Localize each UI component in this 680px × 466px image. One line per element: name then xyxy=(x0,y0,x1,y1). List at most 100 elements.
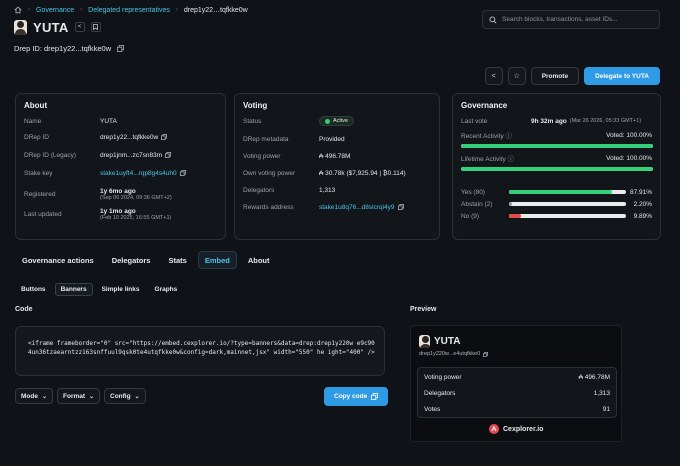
vote-bar-abstain xyxy=(509,202,626,206)
search-input[interactable]: Search blocks, transactions, asset IDs..… xyxy=(482,10,660,29)
vote-fill xyxy=(509,202,512,206)
chevron-down-icon: ⌄ xyxy=(41,393,48,400)
about-title: About xyxy=(24,101,48,110)
breadcrumb-dreps[interactable]: Delegated representatives xyxy=(88,7,170,14)
copy-icon[interactable] xyxy=(397,204,404,210)
voting-key: Delegators xyxy=(243,186,275,194)
about-value: 1y 1mo ago (Feb 10 2025, 16:55 GMT+1) xyxy=(100,208,171,221)
vote-pct: 87.91% xyxy=(629,188,652,196)
gov-key: Last vote xyxy=(461,117,488,125)
voting-value: stake1u8q76...d8slcrqi4y9 xyxy=(319,204,404,211)
preview-value: ₳ 496.78M xyxy=(578,373,610,381)
subtab-buttons[interactable]: Buttons xyxy=(15,283,52,296)
tab-delegators[interactable]: Delegators xyxy=(105,251,158,269)
preview-row: Delegators 1,313 xyxy=(424,387,610,399)
code-title: Code xyxy=(15,306,33,313)
voting-row-rewards: Rewards address stake1u8q76...d8slcrqi4y… xyxy=(243,201,431,213)
about-key: Last updated xyxy=(24,210,62,218)
copy-code-button[interactable]: Copy code xyxy=(324,387,389,406)
share-button[interactable]: < xyxy=(484,67,503,85)
copy-code-label: Copy code xyxy=(334,393,368,400)
about-value: YUTA xyxy=(100,117,117,125)
config-dropdown[interactable]: Config ⌄ xyxy=(104,388,146,404)
mode-label: Mode xyxy=(21,392,38,400)
vote-pct: 2.20% xyxy=(633,200,652,208)
avatar xyxy=(14,19,27,35)
bookmark-icon[interactable] xyxy=(90,22,101,32)
about-row-updated: Last updated 1y 1mo ago (Feb 10 2025, 16:… xyxy=(24,205,217,223)
copy-icon[interactable] xyxy=(483,351,489,357)
subtab-simple-links[interactable]: Simple links xyxy=(96,283,146,296)
breadcrumb: › Governance › Delegated representatives… xyxy=(14,4,248,16)
delegate-button[interactable]: Delegate to YUTA xyxy=(584,67,660,85)
breadcrumb-governance[interactable]: Governance xyxy=(36,7,74,14)
lifetime-activity-bar xyxy=(461,167,653,171)
config-label: Config xyxy=(110,392,131,400)
copy-icon xyxy=(371,393,379,400)
recent-activity-label: Recent Activity ⓘ xyxy=(461,130,512,140)
tab-about[interactable]: About xyxy=(241,251,277,269)
drep-id-value: drep1y22...tqfkke0w xyxy=(100,133,159,141)
copy-icon[interactable] xyxy=(165,152,172,158)
info-icon[interactable]: ⓘ xyxy=(505,133,512,140)
subtab-banners[interactable]: Banners xyxy=(54,283,93,296)
drep-id-label: Drep ID: drep1y22...tqfkke0w xyxy=(14,44,112,53)
preview-key: Voting power xyxy=(424,373,462,381)
voting-row-delegators: Delegators 1,313 xyxy=(243,184,431,196)
chevron-down-icon: ⌄ xyxy=(134,393,140,400)
gov-row-last-vote: Last vote 9h 32m ago (Mar 26 2026, 05:33 … xyxy=(461,115,652,127)
chevron-right-icon: › xyxy=(80,7,83,13)
tab-governance-actions[interactable]: Governance actions xyxy=(15,251,101,269)
tab-embed[interactable]: Embed xyxy=(197,251,237,269)
subtab-bar: Buttons Banners Simple links Graphs xyxy=(15,283,183,296)
metadata-value: Provided xyxy=(319,135,345,143)
vote-row-yes: Yes (80) 87.91% xyxy=(461,186,652,198)
stake-key-link[interactable]: stake1uyft4...rqp8g4s4uh0 xyxy=(100,170,177,177)
about-key: DRep ID xyxy=(24,133,49,141)
lifetime-activity-fill xyxy=(461,167,653,171)
preview-name: YUTA xyxy=(434,336,461,347)
own-power-value: ₳ 30.78k ($7,925.94 | ₿0.114) xyxy=(319,169,406,177)
preview-row: Voting power ₳ 496.78M xyxy=(424,371,610,383)
vote-label: Yes (80) xyxy=(461,188,485,196)
about-row-registered: Registered 1y 6mo ago (Sep 06 2024, 09:36… xyxy=(24,185,217,203)
voting-key: DRep metadata xyxy=(243,135,289,143)
status-badge: Active xyxy=(319,116,354,126)
embed-code-box[interactable]: <iframe frameborder="0" src="https://emb… xyxy=(15,326,385,376)
drep-legacy-value: drep1jnm...zc7sn83m xyxy=(100,151,163,159)
mode-dropdown[interactable]: Mode ⌄ xyxy=(15,388,54,404)
format-dropdown[interactable]: Format ⌄ xyxy=(57,388,101,404)
updated-value: 1y 1mo ago xyxy=(100,207,136,215)
tab-stats[interactable]: Stats xyxy=(161,251,193,269)
subtab-graphs[interactable]: Graphs xyxy=(149,283,184,296)
vote-bar-no xyxy=(509,214,626,218)
preview-value: 91 xyxy=(602,405,610,413)
tab-bar: Governance actions Delegators Stats Embe… xyxy=(15,251,277,269)
preview-value: 1,313 xyxy=(593,389,610,397)
chevron-down-icon: ⌄ xyxy=(89,393,95,400)
format-label: Format xyxy=(63,392,86,400)
copy-icon[interactable] xyxy=(161,134,168,140)
lifetime-activity-value: Voted: 100.00% xyxy=(606,154,652,162)
vote-label: Abstain (2) xyxy=(461,200,493,208)
preview-key: Votes xyxy=(424,405,441,413)
voting-key: Rewards address xyxy=(243,203,294,211)
voting-row-own: Own voting power ₳ 30.78k ($7,925.94 | ₿… xyxy=(243,167,431,179)
search-placeholder: Search blocks, transactions, asset IDs..… xyxy=(502,16,618,23)
status-text: Active xyxy=(333,118,348,124)
vote-row-abstain: Abstain (2) 2.20% xyxy=(461,198,652,210)
about-row-stake-key: Stake key stake1uyft4...rqp8g4s4uh0 xyxy=(24,167,217,179)
recent-activity-value: Voted: 100.00% xyxy=(606,131,652,139)
home-icon[interactable] xyxy=(14,6,22,14)
voting-power-value: ₳ 496.78M xyxy=(319,152,351,160)
star-button[interactable]: ☆ xyxy=(507,67,526,85)
promote-button[interactable]: Promote xyxy=(530,67,580,85)
info-icon[interactable]: ⓘ xyxy=(508,156,515,163)
rewards-link[interactable]: stake1u8q76...d8slcrqi4y9 xyxy=(319,204,395,211)
about-value: drep1jnm...zc7sn83m xyxy=(100,151,172,159)
copy-icon[interactable] xyxy=(117,45,125,52)
preview-header: YUTA xyxy=(419,335,460,348)
copy-icon[interactable] xyxy=(179,170,186,176)
share-icon[interactable]: < xyxy=(74,22,85,32)
header-actions: < ☆ Promote Delegate to YUTA xyxy=(484,67,660,85)
